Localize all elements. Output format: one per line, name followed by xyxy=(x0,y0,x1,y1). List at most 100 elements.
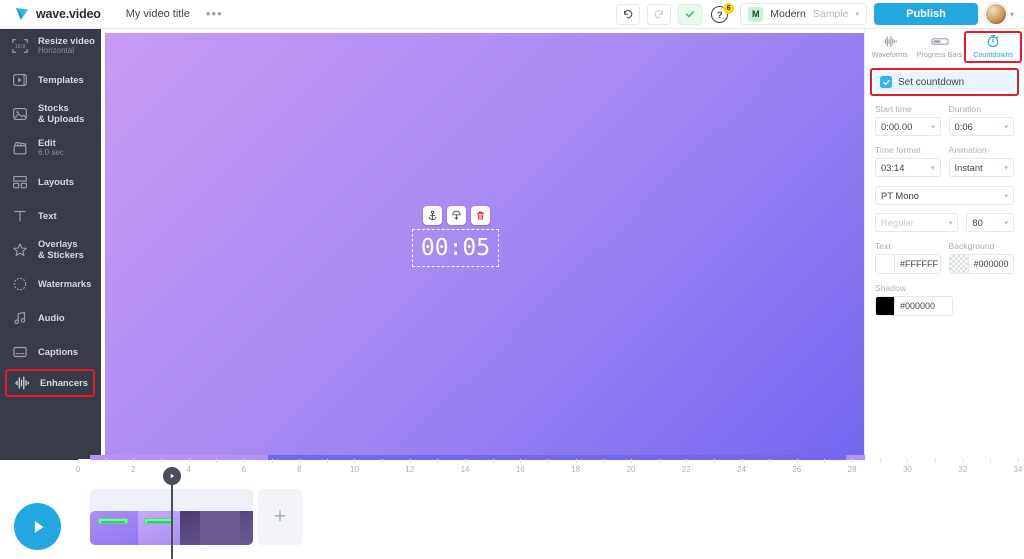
sidebar-item-overlays-stickers[interactable]: Overlays & Stickers xyxy=(0,233,101,267)
animation-select[interactable]: Instant ▾ xyxy=(948,158,1014,177)
top-bar-actions: ? 6 M Modern Sample ▾ Publish ▾ xyxy=(616,3,1014,25)
ruler-tick xyxy=(243,459,245,463)
duplicate-button[interactable] xyxy=(447,206,466,225)
timeline-clip[interactable] xyxy=(90,511,138,545)
sidebar-item-enhancers[interactable]: Enhancers xyxy=(5,369,95,397)
duration-select[interactable]: 0:06 ▾ xyxy=(948,117,1014,136)
chevron-down-icon: ▾ xyxy=(930,164,935,172)
anchor-button[interactable] xyxy=(423,206,442,225)
ruler-tick xyxy=(465,459,467,463)
ruler-tick xyxy=(188,459,190,463)
ruler-tick xyxy=(907,459,909,463)
ruler-tick-label: 16 xyxy=(515,465,525,474)
timeline-clip[interactable] xyxy=(138,511,180,545)
brand-kit-badge: M xyxy=(748,6,764,22)
ruler-tick-label: 24 xyxy=(737,465,746,474)
timeline-ruler[interactable]: 0 2 4 6 8 10 12 14 16 18 20 22 24 26 28 30 32 34 xyxy=(76,459,1022,481)
sidebar-item-stocks-uploads[interactable]: Stocks & Uploads xyxy=(0,97,101,131)
publish-button[interactable]: Publish xyxy=(873,3,978,25)
font-family-select[interactable]: PT Mono ▾ xyxy=(875,186,1014,205)
time-format-select[interactable]: 03:14 ▾ xyxy=(875,158,941,177)
sidebar-item-resize-video[interactable]: 16:9 Resize video Horizontal xyxy=(0,29,101,63)
sidebar-item-edit[interactable]: Edit 6.0 sec xyxy=(0,131,101,165)
timeline-clip[interactable] xyxy=(180,511,253,545)
sidebar-item-templates[interactable]: Templates xyxy=(0,63,101,97)
canvas-area: 00:05 xyxy=(101,29,866,461)
animation-field: Animation Instant ▾ xyxy=(948,145,1014,177)
timeline: 0 2 4 6 8 10 12 14 16 18 20 22 24 26 28 30 32 34 + xyxy=(0,455,1024,559)
background-color-picker[interactable]: #000000 xyxy=(948,254,1014,274)
ruler-tick xyxy=(548,459,549,463)
start-time-select[interactable]: 0:00.00 ▾ xyxy=(875,117,941,136)
text-color-value: #FFFFFF xyxy=(900,259,938,269)
more-options-button[interactable]: ••• xyxy=(206,7,223,20)
color-row: Text #FFFFFF Background #000000 xyxy=(875,241,1014,274)
brand-kit-selector[interactable]: M Modern Sample ▾ xyxy=(740,3,867,25)
ruler-tick xyxy=(271,459,273,463)
ruler-tick-label: 34 xyxy=(1013,465,1023,474)
ruler-tick-label: 4 xyxy=(186,465,191,474)
checkbox-checked-icon xyxy=(880,76,892,88)
save-confirm-button[interactable] xyxy=(678,3,703,25)
play-button[interactable] xyxy=(14,503,61,550)
video-title[interactable]: My video title xyxy=(126,8,190,20)
font-size-select[interactable]: 80 ▾ xyxy=(966,213,1014,232)
sidebar-item-label: Captions xyxy=(38,345,79,357)
sidebar-item-text[interactable]: Text xyxy=(0,199,101,233)
sidebar-item-audio[interactable]: Audio xyxy=(0,301,101,335)
set-countdown-highlight: Set countdown xyxy=(870,68,1019,96)
ruler-tick xyxy=(686,459,688,463)
set-countdown-toggle[interactable]: Set countdown xyxy=(874,72,1015,92)
tab-countdowns[interactable]: Countdowns xyxy=(964,31,1023,63)
format-row: Time format 03:14 ▾ Animation Instant ▾ xyxy=(875,145,1014,177)
top-bar: wave.video My video title ••• ? 6 M Mode… xyxy=(0,0,1024,29)
font-size-value: 80 xyxy=(972,217,983,228)
tab-label: Waveforms xyxy=(871,50,908,59)
shadow-color-picker[interactable]: #000000 xyxy=(875,296,953,316)
tab-waveforms[interactable]: Waveforms xyxy=(865,31,915,59)
ruler-tick-label: 30 xyxy=(902,465,912,474)
ruler-tick xyxy=(658,459,660,463)
tab-progress-bars[interactable]: Progress Bars xyxy=(915,31,965,59)
sidebar-item-label2: & Stickers xyxy=(38,249,84,260)
redo-button[interactable] xyxy=(647,3,672,25)
shadow-color-label: Shadow xyxy=(875,283,907,293)
duration-value: 0:06 xyxy=(954,121,973,132)
stopwatch-icon xyxy=(986,34,1000,48)
undo-button[interactable] xyxy=(616,3,641,25)
templates-icon xyxy=(11,71,29,89)
add-clip-button[interactable]: + xyxy=(258,489,302,545)
video-stage[interactable]: 00:05 xyxy=(105,33,866,461)
color-swatch xyxy=(876,297,895,315)
ruler-tick xyxy=(769,459,771,463)
edit-clapper-icon xyxy=(11,139,29,157)
text-color-picker[interactable]: #FFFFFF xyxy=(875,254,941,274)
ruler-tick xyxy=(160,459,162,463)
duration-label: Duration xyxy=(948,104,981,114)
sidebar-item-watermarks[interactable]: Watermarks xyxy=(0,267,101,301)
account-menu[interactable]: ▾ xyxy=(984,3,1014,25)
brand-logo[interactable]: wave.video xyxy=(14,6,101,22)
ruler-tick xyxy=(879,459,881,463)
chevron-down-icon: ▾ xyxy=(1004,192,1008,200)
background-color-value: #000000 xyxy=(973,259,1009,269)
left-sidebar: 16:9 Resize video Horizontal Templates S… xyxy=(0,29,101,459)
sidebar-item-label: Enhancers xyxy=(40,376,88,388)
countdown-element[interactable]: 00:05 xyxy=(412,229,499,267)
playhead-handle[interactable] xyxy=(163,467,181,485)
sidebar-item-label: Audio xyxy=(38,311,65,323)
ruler-tick-label: 14 xyxy=(460,465,470,474)
sidebar-item-label: Text xyxy=(38,209,57,221)
help-button[interactable]: ? 6 xyxy=(711,3,735,24)
delete-button[interactable] xyxy=(471,206,490,225)
sidebar-item-captions[interactable]: Captions xyxy=(0,335,101,369)
sidebar-item-layouts[interactable]: Layouts xyxy=(0,165,101,199)
audio-icon xyxy=(11,309,29,327)
font-weight-select[interactable]: Regular ▾ xyxy=(875,213,959,232)
ruler-tick xyxy=(382,459,384,463)
font-size-field: 80 ▾ xyxy=(966,213,1014,232)
chevron-down-icon: ▾ xyxy=(855,11,859,18)
ruler-tick xyxy=(326,459,328,463)
tab-label: Countdowns xyxy=(973,50,1014,59)
ruler-tick xyxy=(713,459,715,463)
